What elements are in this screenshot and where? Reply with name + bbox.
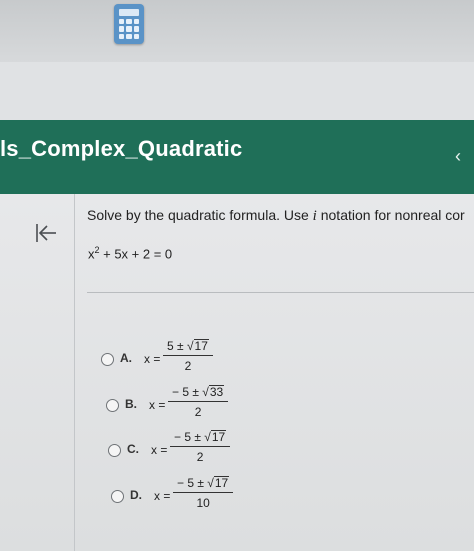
radio-button-b[interactable] xyxy=(106,399,119,412)
answer-option-b[interactable]: B. x = − 5 ± √33 2 xyxy=(106,385,246,431)
answer-option-c[interactable]: C. x = − 5 ± √17 2 xyxy=(108,430,248,476)
fraction-d: − 5 ± √17 10 xyxy=(173,476,234,510)
collapse-panel-icon[interactable] xyxy=(30,218,60,248)
fraction-b: − 5 ± √33 2 xyxy=(168,385,229,419)
answer-option-a[interactable]: A. x = 5 ± √17 2 xyxy=(101,339,241,385)
fraction-c: − 5 ± √17 2 xyxy=(170,430,231,464)
chevron-left-icon[interactable]: ‹ xyxy=(445,143,471,169)
sqrt-icon: √ xyxy=(186,339,194,353)
sqrt-icon: √ xyxy=(202,385,209,399)
calculator-icon[interactable] xyxy=(114,4,144,44)
toolbar-spacer xyxy=(0,62,474,120)
calculator-screen xyxy=(119,9,139,16)
question-divider xyxy=(87,292,474,293)
calculator-keys xyxy=(119,19,139,39)
page-title: ls_Complex_Quadratic xyxy=(0,136,243,161)
radio-button-a[interactable] xyxy=(101,353,114,366)
question-prompt: Solve by the quadratic formula. Use i no… xyxy=(87,207,465,224)
sqrt-icon: √ xyxy=(204,430,211,444)
answer-option-d[interactable]: D. x = − 5 ± √17 10 xyxy=(111,476,251,522)
quadratic-equation: x2 + 5x + 2 = 0 xyxy=(88,245,173,262)
fraction-a: 5 ± √17 2 xyxy=(163,339,213,373)
radio-button-c[interactable] xyxy=(108,444,121,457)
browser-top-bar xyxy=(0,0,474,62)
radio-button-d[interactable] xyxy=(111,490,124,503)
sqrt-icon: √ xyxy=(207,476,214,490)
